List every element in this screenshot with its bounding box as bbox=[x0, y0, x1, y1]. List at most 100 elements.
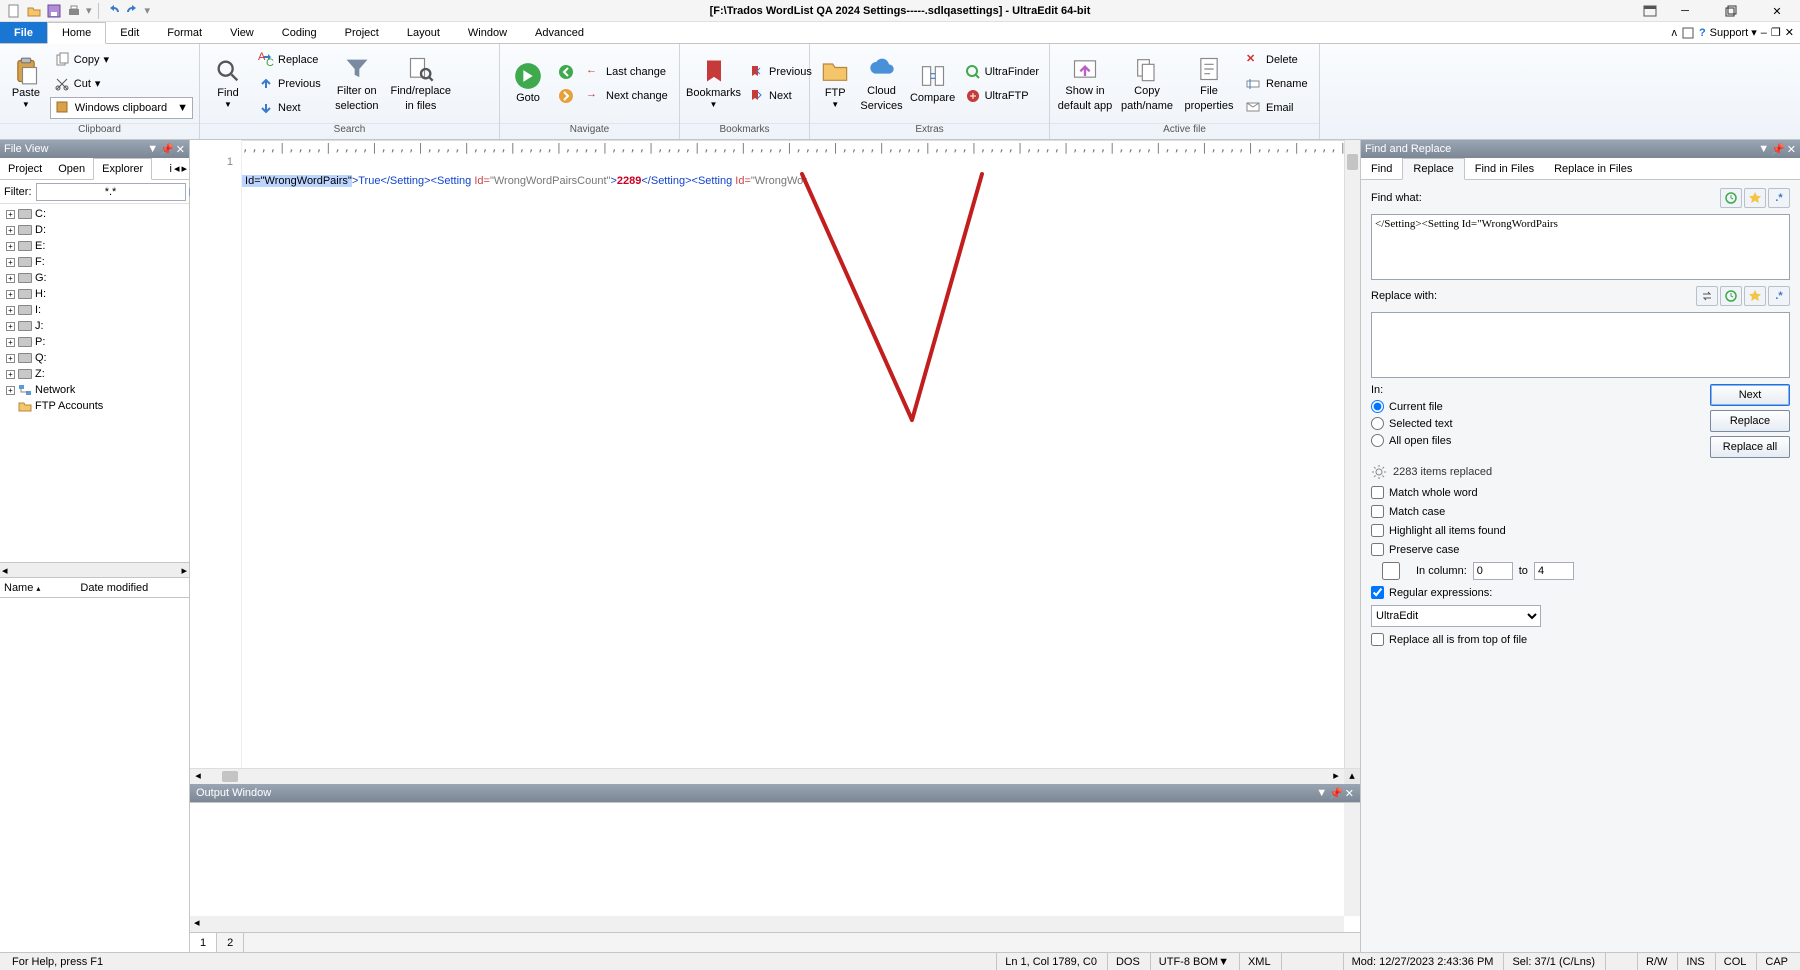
output-h-scrollbar[interactable]: ◂ bbox=[190, 916, 1344, 932]
highlight-all-check[interactable]: Highlight all items found bbox=[1371, 524, 1790, 537]
find-dropdown-icon[interactable]: ▼ bbox=[1758, 143, 1769, 156]
tab-layout[interactable]: Layout bbox=[393, 22, 454, 43]
tree-drive[interactable]: +J: bbox=[2, 318, 187, 334]
email-file-button[interactable]: Email bbox=[1242, 97, 1312, 119]
find-what-input[interactable]: </Setting><Setting Id="WrongWordPairs bbox=[1371, 214, 1790, 280]
preserve-case-check[interactable]: Preserve case bbox=[1371, 543, 1790, 556]
replace-with-input[interactable] bbox=[1371, 312, 1790, 378]
find-close-icon[interactable]: ✕ bbox=[1787, 143, 1796, 156]
compare-button[interactable]: Compare bbox=[909, 48, 957, 120]
fv-tab-left-icon[interactable]: ◂ bbox=[174, 162, 180, 175]
goto-button[interactable]: Goto bbox=[506, 48, 550, 120]
tree-drive[interactable]: +G: bbox=[2, 270, 187, 286]
col-name[interactable]: Name ▴ bbox=[4, 582, 40, 594]
file-properties-button[interactable]: Fileproperties bbox=[1180, 48, 1238, 120]
find-tab-replace[interactable]: Replace bbox=[1402, 158, 1464, 180]
find-tab-find[interactable]: Find bbox=[1361, 158, 1402, 179]
bookmarks-button[interactable]: Bookmarks▼ bbox=[686, 48, 741, 120]
ultraftp-button[interactable]: UltraFTP bbox=[961, 85, 1043, 107]
mdi-close-icon[interactable]: ✕ bbox=[1785, 26, 1794, 39]
output-pin-icon[interactable]: 📌 bbox=[1329, 787, 1343, 800]
status-col[interactable]: COL bbox=[1715, 953, 1755, 970]
save-icon[interactable] bbox=[46, 3, 62, 19]
panel-close-icon[interactable]: ✕ bbox=[176, 143, 185, 156]
match-case-check[interactable]: Match case bbox=[1371, 505, 1790, 518]
doc-tab-2[interactable]: 2 bbox=[217, 933, 244, 952]
undo-icon[interactable] bbox=[105, 3, 121, 19]
mdi-minimize-icon[interactable]: – bbox=[1761, 27, 1767, 39]
status-lang[interactable]: XML bbox=[1239, 953, 1279, 970]
find-regex-helper-icon[interactable]: .* bbox=[1768, 188, 1790, 208]
tree-drive[interactable]: +D: bbox=[2, 222, 187, 238]
find-tab-replaceinfiles[interactable]: Replace in Files bbox=[1544, 158, 1642, 179]
show-in-default-button[interactable]: Show indefault app bbox=[1056, 48, 1114, 120]
col-date[interactable]: Date modified bbox=[80, 582, 148, 594]
tab-project[interactable]: Project bbox=[331, 22, 393, 43]
editor-v-scrollbar[interactable] bbox=[1344, 140, 1360, 768]
cloud-button[interactable]: CloudServices bbox=[858, 48, 904, 120]
filter-selection-button[interactable]: Filter onselection bbox=[329, 48, 385, 120]
rename-file-button[interactable]: Rename bbox=[1242, 73, 1312, 95]
clipboard-selector[interactable]: Windows clipboard ▼ bbox=[50, 97, 193, 119]
tab-window[interactable]: Window bbox=[454, 22, 521, 43]
tree-drive[interactable]: +F: bbox=[2, 254, 187, 270]
status-enc[interactable]: UTF-8 BOM ▼ bbox=[1150, 953, 1237, 970]
fv-tab-right-icon[interactable]: ▸ bbox=[181, 162, 187, 175]
find-button[interactable]: Find▼ bbox=[206, 48, 250, 120]
replace-one-button[interactable]: Replace bbox=[1710, 410, 1790, 432]
minimize-button[interactable]: ─ bbox=[1662, 0, 1708, 22]
in-current-file-radio[interactable]: Current file bbox=[1371, 400, 1453, 413]
regex-engine-select[interactable]: UltraEdit bbox=[1371, 605, 1541, 627]
cut-button[interactable]: Cut ▾ bbox=[50, 73, 193, 95]
text-editor[interactable]: 1 Id="WrongWordPairs">True</Setting><Set… bbox=[190, 140, 1360, 768]
output-dropdown-icon[interactable]: ▼ bbox=[1316, 787, 1327, 800]
status-rw[interactable]: R/W bbox=[1637, 953, 1675, 970]
bookmark-next-button[interactable]: Next bbox=[745, 85, 816, 107]
tab-home[interactable]: Home bbox=[47, 22, 106, 44]
output-window[interactable]: ◂ bbox=[190, 802, 1360, 932]
ultrafinder-button[interactable]: UltraFinder bbox=[961, 61, 1043, 83]
regex-check[interactable]: Regular expressions: bbox=[1371, 586, 1790, 599]
close-button[interactable]: ✕ bbox=[1754, 0, 1800, 22]
paste-button[interactable]: Paste▼ bbox=[6, 48, 46, 120]
tab-advanced[interactable]: Advanced bbox=[521, 22, 598, 43]
nav-forward-button[interactable] bbox=[554, 85, 578, 107]
fv-tab-info-icon[interactable]: i bbox=[169, 163, 171, 175]
find-next-button[interactable]: Next bbox=[254, 97, 325, 119]
tree-drive[interactable]: +E: bbox=[2, 238, 187, 254]
col-to-input[interactable] bbox=[1534, 562, 1574, 580]
status-dos[interactable]: DOS bbox=[1107, 953, 1148, 970]
find-in-files-button[interactable]: Find/replacein files bbox=[389, 48, 453, 120]
find-previous-button[interactable]: Previous bbox=[254, 73, 325, 95]
in-column-check[interactable]: In column: bbox=[1371, 562, 1467, 580]
help-icon[interactable]: ? bbox=[1699, 27, 1706, 39]
tree-network[interactable]: +Network bbox=[2, 382, 187, 398]
print-icon[interactable] bbox=[66, 3, 82, 19]
tree-drive[interactable]: +H: bbox=[2, 286, 187, 302]
ftp-button[interactable]: FTP▼ bbox=[816, 48, 854, 120]
copy-path-button[interactable]: Copypath/name bbox=[1118, 48, 1176, 120]
find-history-icon[interactable] bbox=[1720, 188, 1742, 208]
collapse-ribbon-icon[interactable]: ᴧ bbox=[1671, 27, 1677, 39]
gear-icon[interactable] bbox=[1371, 464, 1387, 480]
tab-file[interactable]: File bbox=[0, 22, 47, 43]
in-all-open-radio[interactable]: All open files bbox=[1371, 434, 1453, 447]
bookmark-prev-button[interactable]: Previous bbox=[745, 61, 816, 83]
delete-file-button[interactable]: ✕Delete bbox=[1242, 49, 1312, 71]
status-ins[interactable]: INS bbox=[1677, 953, 1712, 970]
fv-h-scrollbar[interactable]: ◂▸ bbox=[0, 562, 189, 578]
panel-pin-icon[interactable]: 📌 bbox=[160, 143, 174, 156]
panel-dropdown-icon[interactable]: ▼ bbox=[147, 143, 158, 156]
match-whole-word-check[interactable]: Match whole word bbox=[1371, 486, 1790, 499]
replace-regex-helper-icon[interactable]: .* bbox=[1768, 286, 1790, 306]
replace-favorite-icon[interactable] bbox=[1744, 286, 1766, 306]
last-change-button[interactable]: ←Last change bbox=[582, 61, 672, 83]
replace-swap-icon[interactable] bbox=[1696, 286, 1718, 306]
tree-ftp-accounts[interactable]: FTP Accounts bbox=[2, 398, 187, 414]
tab-view[interactable]: View bbox=[216, 22, 268, 43]
fv-tab-open[interactable]: Open bbox=[50, 158, 93, 179]
filter-input[interactable] bbox=[36, 183, 186, 201]
redo-icon[interactable] bbox=[125, 3, 141, 19]
status-cap[interactable]: CAP bbox=[1756, 953, 1796, 970]
output-close-icon[interactable]: ✕ bbox=[1345, 787, 1354, 800]
